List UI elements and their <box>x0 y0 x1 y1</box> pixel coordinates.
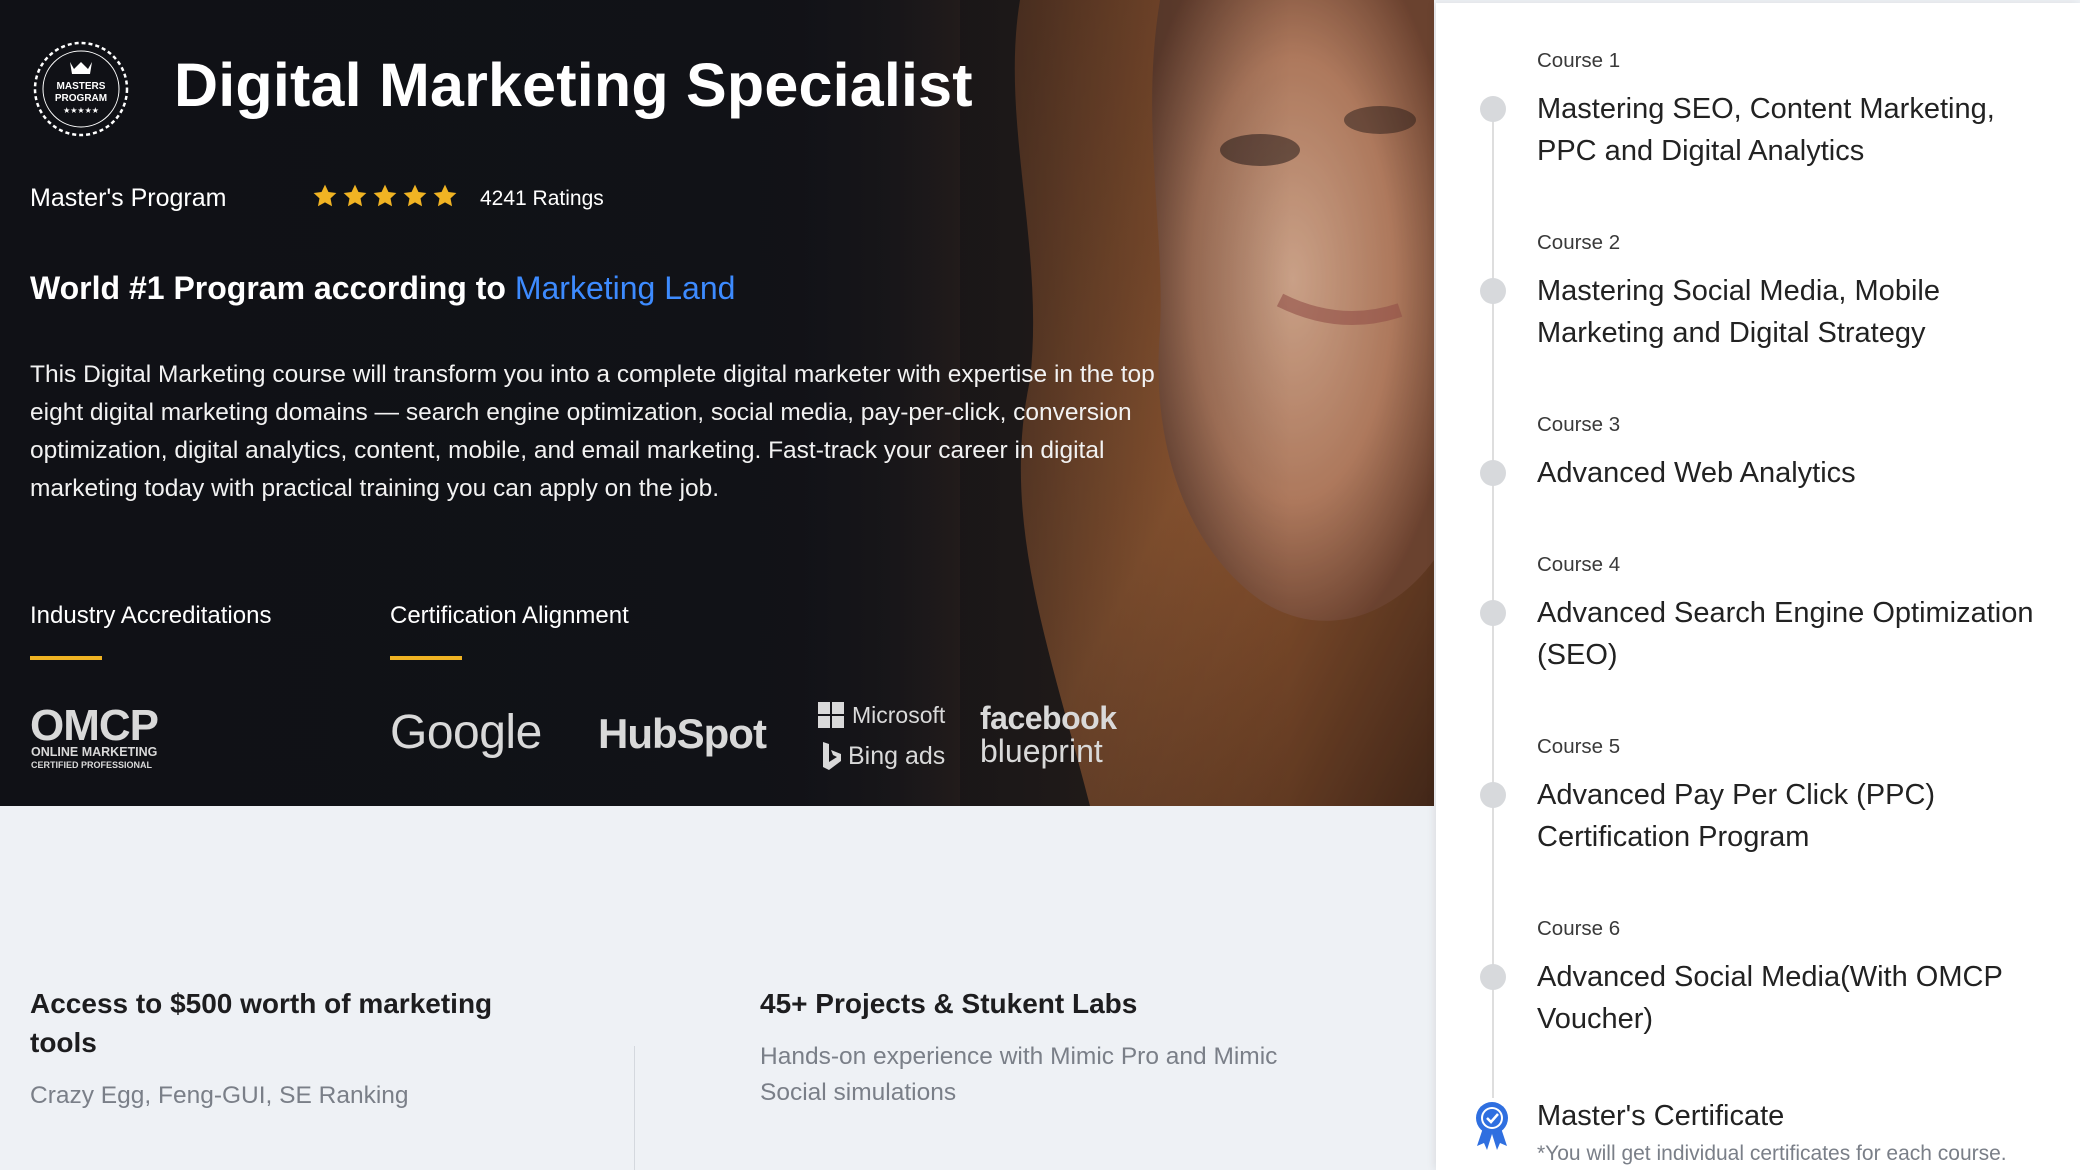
certificate-title: Master's Certificate <box>1537 1100 1785 1132</box>
certification-alignment-heading: Certification Alignment <box>390 602 629 629</box>
badge-stars: ★★★★★ <box>63 106 99 115</box>
accreditations-underline <box>30 656 102 660</box>
page-title: Digital Marketing Specialist <box>174 51 973 119</box>
omcp-name: OMCP <box>30 701 158 750</box>
timeline-dot <box>1480 964 1506 990</box>
certificate-note: *You will get individual certificates fo… <box>1537 1142 2007 1165</box>
feature-description: Hands-on experience with Mimic Pro and M… <box>760 1043 1278 1106</box>
course-label: Course 1 <box>1537 49 1621 72</box>
hubspot-logo: HubSpot <box>598 710 767 757</box>
badge-line2: PROGRAM <box>55 93 107 104</box>
timeline-dot <box>1480 600 1506 626</box>
alignment-underline <box>390 656 462 660</box>
star-icon <box>313 184 337 207</box>
course-name[interactable]: Mastering Social Media, Mobile Marketing… <box>1537 270 2037 354</box>
certificate-ribbon-icon <box>1476 1102 1508 1150</box>
star-icon <box>373 184 397 207</box>
ranking-prefix: World #1 Program according to <box>30 270 515 306</box>
timeline-dot <box>1480 96 1506 122</box>
facebook-blueprint-logo: facebook blueprint <box>980 700 1117 770</box>
course-name[interactable]: Advanced Search Engine Optimization (SEO… <box>1537 592 2037 676</box>
program-description: This Digital Marketing course will trans… <box>30 361 1155 502</box>
star-icon <box>403 184 427 207</box>
timeline-dot <box>1480 460 1506 486</box>
bing-icon <box>823 742 841 770</box>
omcp-line2: CERTIFIED PROFESSIONAL <box>31 760 153 770</box>
omcp-line1: ONLINE MARKETING <box>31 745 157 759</box>
feature-description: Crazy Egg, Feng-GUI, SE Ranking <box>30 1082 409 1109</box>
feature-tools: Access to $500 worth of marketing tools … <box>30 984 550 1114</box>
ratings-count: 4241 Ratings <box>480 187 604 210</box>
masters-program-badge-icon: MASTERS PROGRAM ★★★★★ <box>33 41 129 137</box>
course-name[interactable]: Mastering SEO, Content Marketing, PPC an… <box>1537 88 2037 172</box>
course-label: Course 4 <box>1537 553 1621 576</box>
blueprint-text: blueprint <box>980 733 1103 769</box>
industry-accreditations-heading: Industry Accreditations <box>30 602 272 629</box>
course-label: Course 3 <box>1537 413 1621 436</box>
timeline-dot <box>1480 278 1506 304</box>
star-icon <box>343 184 367 207</box>
timeline-dot <box>1480 782 1506 808</box>
feature-title: 45+ Projects & Stukent Labs <box>760 988 1138 1019</box>
feature-divider <box>634 1046 635 1170</box>
feature-title: Access to $500 worth of marketing tools <box>30 988 493 1058</box>
course-label: Course 2 <box>1537 231 1621 254</box>
program-type: Master's Program <box>30 184 227 212</box>
microsoft-text: Microsoft <box>852 702 946 728</box>
facebook-text: facebook <box>980 700 1117 736</box>
marketing-land-link[interactable]: Marketing Land <box>515 270 736 306</box>
feature-projects: 45+ Projects & Stukent Labs Hands-on exp… <box>760 984 1320 1111</box>
google-logo: Google <box>390 706 542 759</box>
badge-line1: MASTERS <box>57 81 106 92</box>
course-label: Course 5 <box>1537 735 1621 758</box>
course-name[interactable]: Advanced Web Analytics <box>1537 452 2037 494</box>
bing-ads-text: Bing ads <box>848 742 946 770</box>
course-name[interactable]: Advanced Social Media(With OMCP Voucher) <box>1537 956 2037 1040</box>
ranking-statement: World #1 Program according to Marketing … <box>30 270 735 307</box>
course-name[interactable]: Advanced Pay Per Click (PPC) Certificati… <box>1537 774 2037 858</box>
omcp-logo: OMCP ONLINE MARKETING CERTIFIED PROFESSI… <box>30 701 159 770</box>
star-icon <box>433 184 457 207</box>
rating-stars <box>312 183 458 209</box>
microsoft-bing-ads-logo: Microsoft Bing ads <box>818 702 948 772</box>
microsoft-windows-icon <box>818 702 844 728</box>
course-label: Course 6 <box>1537 917 1621 940</box>
